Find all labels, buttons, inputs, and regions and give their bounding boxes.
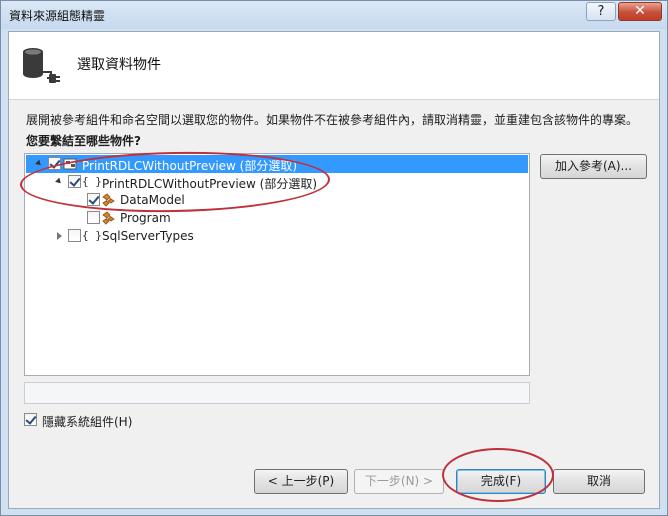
collapse-arrow-icon[interactable]	[35, 159, 43, 168]
cancel-button[interactable]: 取消	[553, 469, 645, 494]
hide-system-checkbox[interactable]	[24, 413, 37, 426]
expand-arrow-icon[interactable]	[57, 232, 62, 240]
window-title: 資料來源組態精靈	[9, 9, 106, 23]
tree-item-checkbox[interactable]	[87, 193, 100, 206]
tree-item-checkbox[interactable]	[68, 175, 81, 188]
class-icon	[102, 193, 115, 207]
wizard-window: 資料來源組態精靈 ? ✕ 選取資料物件 展開被參考組件和命名空間以選取您的物件。…	[0, 0, 668, 516]
tree-item-checkbox[interactable]	[87, 211, 100, 224]
namespace-icon: { }	[82, 229, 102, 242]
tree-item-namespace[interactable]: { } SqlServerTypes	[26, 227, 528, 245]
class-icon	[102, 211, 115, 225]
wizard-body: 選取資料物件 展開被參考組件和命名空間以選取您的物件。如果物件不在被參考組件內，…	[8, 31, 660, 509]
tree-item-assembly[interactable]: PrintRDLCWithoutPreview (部分選取)	[26, 155, 528, 173]
add-reference-button[interactable]: 加入參考(A)...	[540, 154, 647, 179]
bind-objects-question: 您要繫結至哪些物件?	[26, 134, 141, 148]
close-button[interactable]: ✕	[618, 2, 662, 21]
next-button[interactable]: 下一步(N) >	[354, 469, 444, 494]
hide-system-label: 隱藏系統組件(H)	[42, 415, 133, 429]
tree-item-label: PrintRDLCWithoutPreview (部分選取)	[82, 159, 298, 173]
wizard-header: 選取資料物件	[9, 32, 659, 100]
title-bar[interactable]: 資料來源組態精靈 ? ✕	[1, 1, 667, 29]
namespace-icon: { }	[82, 175, 102, 188]
tree-item-checkbox[interactable]	[68, 229, 81, 242]
tree-item-class[interactable]: Program	[26, 209, 528, 227]
object-tree[interactable]: PrintRDLCWithoutPreview (部分選取) { } Print…	[24, 153, 530, 376]
collapse-arrow-icon[interactable]	[55, 177, 63, 186]
tree-item-namespace[interactable]: { } PrintRDLCWithoutPreview (部分選取)	[26, 173, 528, 191]
database-plug-icon	[23, 48, 60, 83]
tree-item-checkbox[interactable]	[48, 157, 61, 170]
instructions-text: 展開被參考組件和命名空間以選取您的物件。如果物件不在被參考組件內，請取消精靈，並…	[26, 113, 639, 127]
tree-item-label: PrintRDLCWithoutPreview (部分選取)	[102, 177, 318, 191]
assembly-icon	[63, 158, 77, 170]
horizontal-scrollbar[interactable]	[24, 382, 530, 404]
help-button[interactable]: ?	[586, 2, 616, 21]
finish-button[interactable]: 完成(F)	[456, 469, 546, 494]
tree-item-label: DataModel	[120, 193, 185, 207]
tree-item-label: SqlServerTypes	[102, 229, 194, 243]
page-title: 選取資料物件	[77, 57, 161, 73]
previous-button[interactable]: < 上一步(P)	[254, 469, 348, 494]
tree-item-label: Program	[120, 211, 171, 225]
tree-item-class[interactable]: DataModel	[26, 191, 528, 209]
